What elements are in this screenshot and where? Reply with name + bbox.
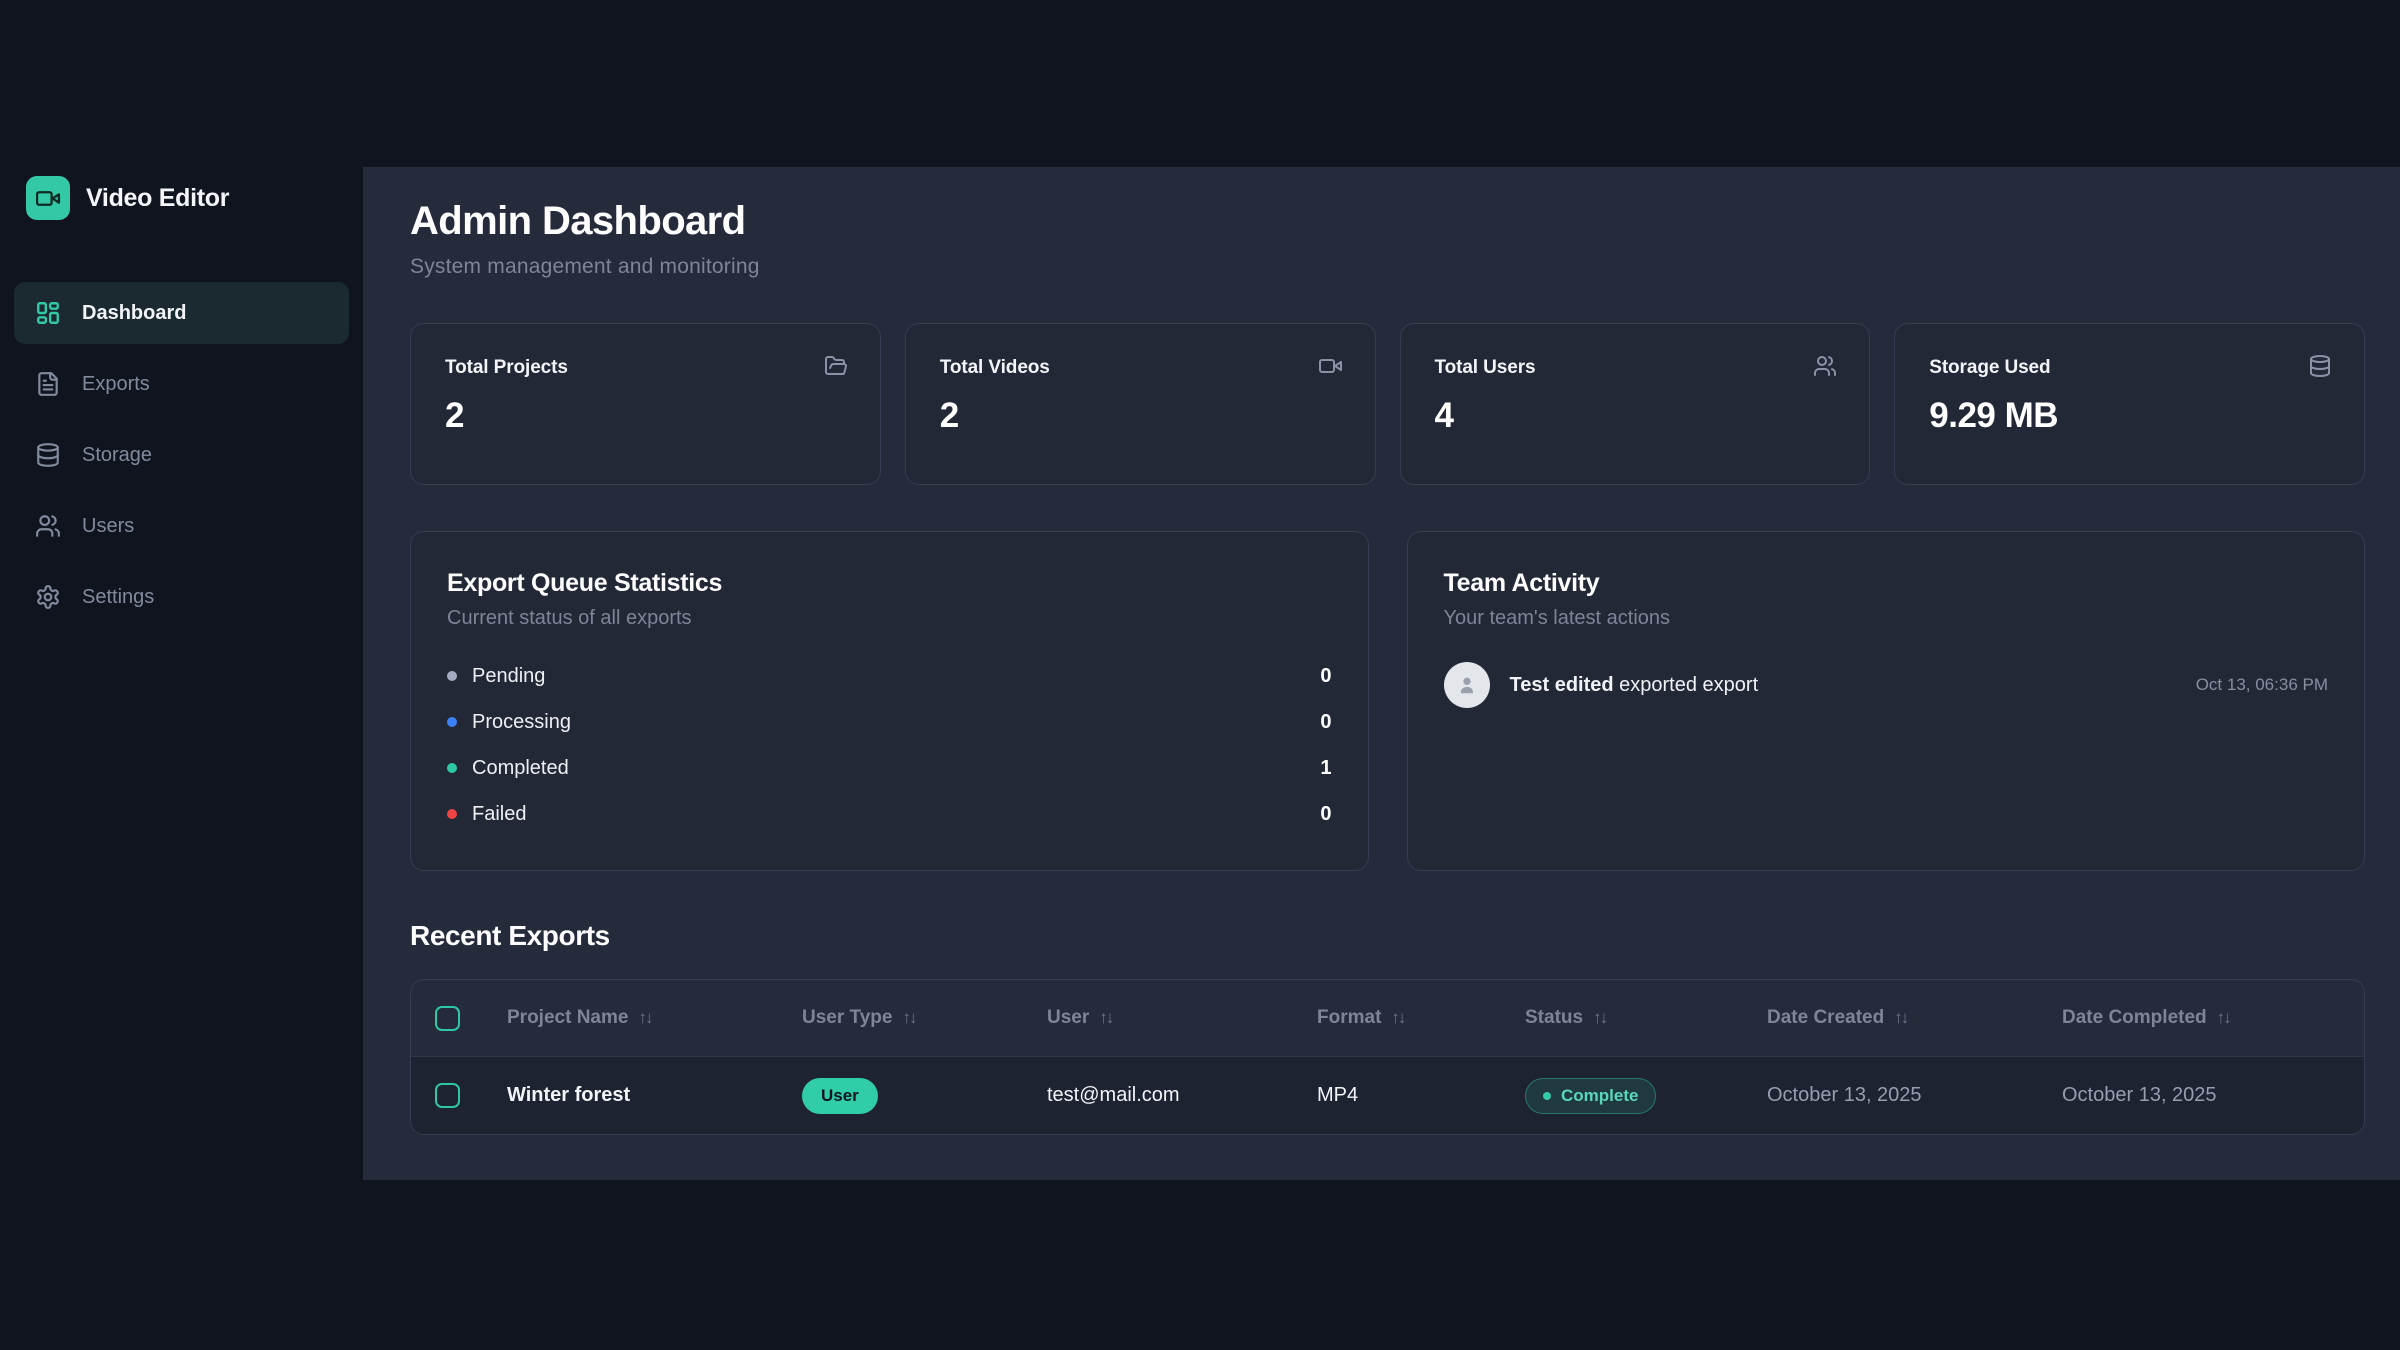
- stat-value: 9.29 MB: [1929, 396, 2330, 436]
- column-header-format[interactable]: Format ↑↓: [1317, 1007, 1525, 1029]
- queue-label: Pending: [472, 665, 545, 688]
- sidebar-item-label: Storage: [82, 444, 152, 467]
- sort-icon: ↑↓: [638, 1008, 651, 1028]
- queue-row-processing: Processing 0: [447, 699, 1332, 745]
- queue-row-pending: Pending 0: [447, 653, 1332, 699]
- stat-card-total-users: Total Users 4: [1400, 323, 1871, 485]
- select-all-checkbox[interactable]: [435, 1006, 460, 1031]
- column-header-user-type[interactable]: User Type ↑↓: [802, 1007, 1047, 1029]
- database-icon: [35, 442, 61, 468]
- app-logo: Video Editor: [26, 176, 349, 220]
- sort-icon: ↑↓: [1391, 1008, 1404, 1028]
- sidebar-nav: Dashboard Exports Storage Users Settings: [14, 282, 349, 628]
- activity-actor: Test edited: [1510, 674, 1614, 696]
- failed-dot-icon: [447, 809, 457, 819]
- activity-action: exported export: [1619, 674, 1758, 696]
- stat-label: Total Projects: [445, 357, 846, 379]
- sort-icon: ↑↓: [902, 1008, 915, 1028]
- queue-value: 0: [1320, 803, 1331, 826]
- sidebar-item-dashboard[interactable]: Dashboard: [14, 282, 349, 344]
- queue-label: Failed: [472, 803, 526, 826]
- stat-label: Storage Used: [1929, 357, 2330, 379]
- users-icon: [1813, 354, 1837, 378]
- queue-row-failed: Failed 0: [447, 791, 1332, 837]
- stat-value: 2: [445, 396, 846, 436]
- activity-timestamp: Oct 13, 06:36 PM: [2196, 675, 2328, 695]
- activity-item: Test edited exported export Oct 13, 06:3…: [1444, 662, 2329, 708]
- sidebar: Video Editor Dashboard Exports Storage U…: [0, 0, 363, 1350]
- column-header-user[interactable]: User ↑↓: [1047, 1007, 1317, 1029]
- card-subtitle: Your team's latest actions: [1444, 607, 2329, 630]
- activity-text: Test edited exported export: [1510, 674, 1759, 697]
- stat-card-total-projects: Total Projects 2: [410, 323, 881, 485]
- queue-label: Processing: [472, 711, 571, 734]
- cell-user-email: test@mail.com: [1047, 1084, 1317, 1107]
- database-icon: [2308, 354, 2332, 378]
- stat-value: 2: [940, 396, 1341, 436]
- column-header-project-name[interactable]: Project Name ↑↓: [507, 1007, 802, 1029]
- stat-card-total-videos: Total Videos 2: [905, 323, 1376, 485]
- stat-card-storage-used: Storage Used 9.29 MB: [1894, 323, 2365, 485]
- cell-date-created: October 13, 2025: [1767, 1084, 2062, 1107]
- video-camera-icon: [1319, 354, 1343, 378]
- status-dot-icon: [1543, 1092, 1551, 1100]
- sort-icon: ↑↓: [1593, 1008, 1606, 1028]
- main-content: Admin Dashboard System management and mo…: [363, 167, 2400, 1180]
- column-header-status[interactable]: Status ↑↓: [1525, 1007, 1767, 1029]
- gear-icon: [35, 584, 61, 610]
- avatar: [1444, 662, 1490, 708]
- processing-dot-icon: [447, 717, 457, 727]
- sidebar-item-exports[interactable]: Exports: [14, 353, 349, 415]
- queue-value: 0: [1320, 711, 1331, 734]
- recent-exports-table: Project Name ↑↓ User Type ↑↓ User ↑↓ For…: [410, 979, 2365, 1135]
- card-subtitle: Current status of all exports: [447, 607, 1332, 630]
- status-badge: Complete: [1525, 1078, 1656, 1114]
- dashboard-icon: [35, 300, 61, 326]
- cell-project-name: Winter forest: [507, 1084, 802, 1107]
- team-activity-card: Team Activity Your team's latest actions…: [1407, 531, 2366, 871]
- table-header-row: Project Name ↑↓ User Type ↑↓ User ↑↓ For…: [411, 980, 2364, 1056]
- cell-format: MP4: [1317, 1084, 1525, 1107]
- cell-date-completed: October 13, 2025: [2062, 1084, 2364, 1107]
- user-type-badge: User: [802, 1078, 878, 1114]
- queue-label: Completed: [472, 757, 569, 780]
- mid-row: Export Queue Statistics Current status o…: [410, 531, 2365, 871]
- stat-value: 4: [1435, 396, 1836, 436]
- sidebar-item-label: Exports: [82, 373, 150, 396]
- pending-dot-icon: [447, 671, 457, 681]
- sort-icon: ↑↓: [1894, 1008, 1907, 1028]
- row-checkbox[interactable]: [435, 1083, 460, 1108]
- users-icon: [35, 513, 61, 539]
- app-title: Video Editor: [86, 184, 229, 213]
- card-title: Team Activity: [1444, 569, 2329, 598]
- queue-list: Pending 0 Processing 0 Completed 1 Faile…: [447, 653, 1332, 837]
- sidebar-item-users[interactable]: Users: [14, 495, 349, 557]
- sidebar-item-label: Dashboard: [82, 302, 186, 325]
- sidebar-item-storage[interactable]: Storage: [14, 424, 349, 486]
- folder-open-icon: [824, 354, 848, 378]
- sort-icon: ↑↓: [2217, 1008, 2230, 1028]
- stat-label: Total Users: [1435, 357, 1836, 379]
- file-text-icon: [35, 371, 61, 397]
- sort-icon: ↑↓: [1099, 1008, 1112, 1028]
- column-header-date-created[interactable]: Date Created ↑↓: [1767, 1007, 2062, 1029]
- sidebar-item-settings[interactable]: Settings: [14, 566, 349, 628]
- card-title: Export Queue Statistics: [447, 569, 1332, 598]
- table-row[interactable]: Winter forest User test@mail.com MP4 Com…: [411, 1056, 2364, 1134]
- completed-dot-icon: [447, 763, 457, 773]
- sidebar-item-label: Users: [82, 515, 134, 538]
- page-subtitle: System management and monitoring: [410, 255, 2365, 279]
- recent-exports-title: Recent Exports: [410, 920, 2365, 952]
- sidebar-item-label: Settings: [82, 586, 154, 609]
- page-title: Admin Dashboard: [410, 199, 2365, 244]
- export-queue-card: Export Queue Statistics Current status o…: [410, 531, 1369, 871]
- queue-value: 0: [1320, 665, 1331, 688]
- stats-row: Total Projects 2 Total Videos 2 Total Us…: [410, 323, 2365, 485]
- queue-value: 1: [1320, 757, 1331, 780]
- video-camera-logo-icon: [26, 176, 70, 220]
- column-header-date-completed[interactable]: Date Completed ↑↓: [2062, 1007, 2364, 1029]
- queue-row-completed: Completed 1: [447, 745, 1332, 791]
- stat-label: Total Videos: [940, 357, 1341, 379]
